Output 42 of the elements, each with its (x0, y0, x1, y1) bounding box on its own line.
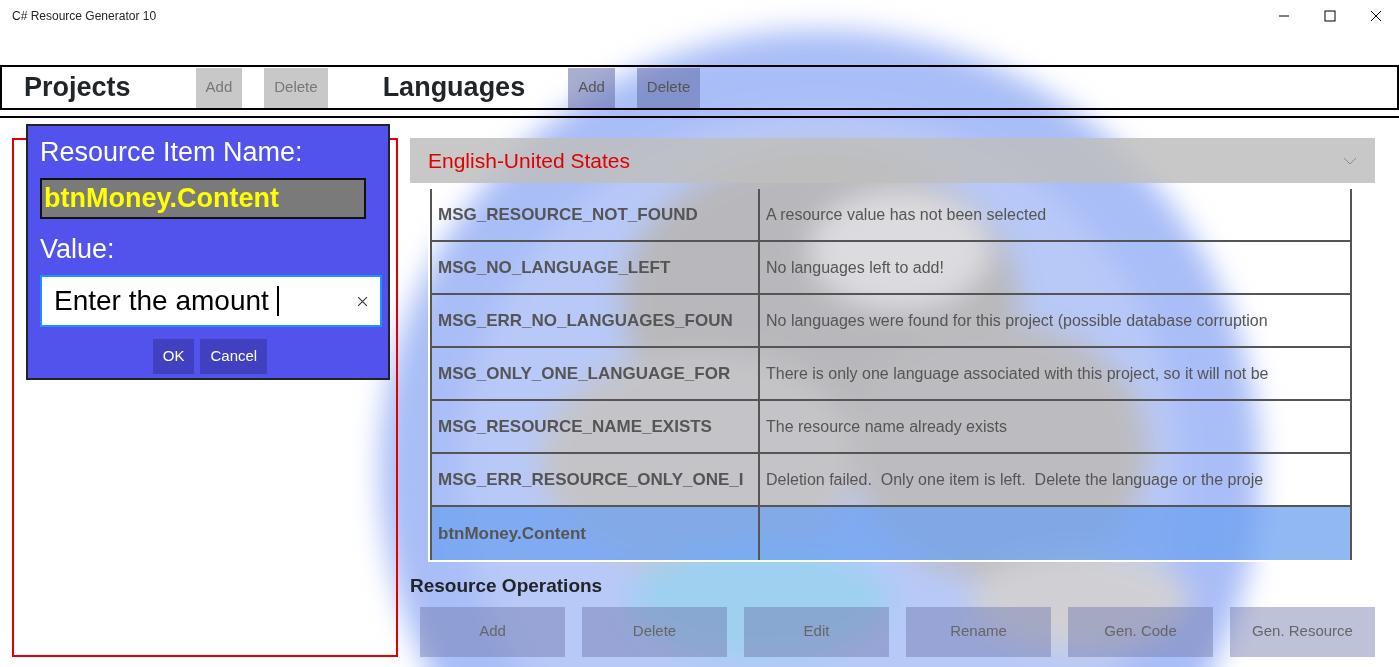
window-title: C# Resource Generator 10 (12, 8, 157, 25)
table-row[interactable]: btnMoney.Content (430, 507, 1352, 560)
section-title: Languages (382, 74, 526, 101)
table-row[interactable]: MSG_ONLY_ONE_LANGUAGE_FOR There is only one language associated with this project, so it will not be (430, 348, 1352, 401)
chevron-icon (1343, 156, 1357, 165)
table-cell: MSG_RESOURCE_NOT_FOUND (430, 189, 760, 240)
header-button[interactable]: Add (195, 67, 243, 108)
table-cell: No languages were found for this project (possible database corruption (760, 295, 1352, 346)
operation-button[interactable]: Gen. Resource (1230, 606, 1375, 657)
section-title: Resource Operations (410, 574, 604, 598)
value-field[interactable]: Enter the amount (40, 275, 382, 328)
language-dropdown[interactable]: English-United States (410, 138, 1375, 183)
section-title: Projects (24, 74, 131, 101)
field-label: Value: (40, 232, 116, 266)
table-cell: No languages left to add! (760, 242, 1352, 293)
table-cell: Deletion failed. Only one item is left. Delete the language or the proje (760, 454, 1352, 505)
clear-icon[interactable] (357, 295, 368, 307)
operation-button[interactable]: Add (420, 606, 565, 657)
table-cell: The resource name already exists (760, 401, 1352, 452)
table-cell: MSG_ERR_RESOURCE_ONLY_ONE_I (430, 454, 760, 505)
table-cell: MSG_NO_LANGUAGE_LEFT (430, 242, 760, 293)
dialog-button[interactable]: Cancel (200, 339, 268, 374)
table-cell: btnMoney.Content (430, 507, 760, 560)
header-button[interactable]: Delete (636, 67, 701, 108)
table-row[interactable]: MSG_RESOURCE_NAME_EXISTS The resource name already exists (430, 401, 1352, 454)
operation-button[interactable]: Gen. Code (1068, 606, 1213, 657)
table-cell: A resource value has not been selected (760, 189, 1352, 240)
name-field: btnMoney.Content (40, 178, 366, 219)
table-cell: MSG_ONLY_ONE_LANGUAGE_FOR (430, 348, 760, 399)
header-button[interactable]: Delete (264, 67, 328, 108)
table-row[interactable]: MSG_RESOURCE_NOT_FOUND A resource value has not been selected (430, 189, 1352, 242)
table-cell: There is only one language associated with this project, so it will not be (760, 348, 1352, 399)
table-cell: MSG_RESOURCE_NAME_EXISTS (430, 401, 760, 452)
operation-button[interactable]: Delete (582, 606, 727, 657)
header-button[interactable]: Add (568, 67, 615, 108)
operation-button[interactable]: Edit (744, 606, 889, 657)
table-row[interactable]: MSG_ERR_NO_LANGUAGES_FOUN No languages were found for this project (possible database corruption (430, 295, 1352, 348)
operation-button[interactable]: Rename (906, 606, 1051, 657)
table-row[interactable]: MSG_NO_LANGUAGE_LEFT No languages left to add! (430, 242, 1352, 295)
table-cell: MSG_ERR_NO_LANGUAGES_FOUN (430, 295, 760, 346)
dialog-button[interactable]: OK (152, 339, 195, 374)
field-label: Resource Item Name: (40, 136, 304, 169)
